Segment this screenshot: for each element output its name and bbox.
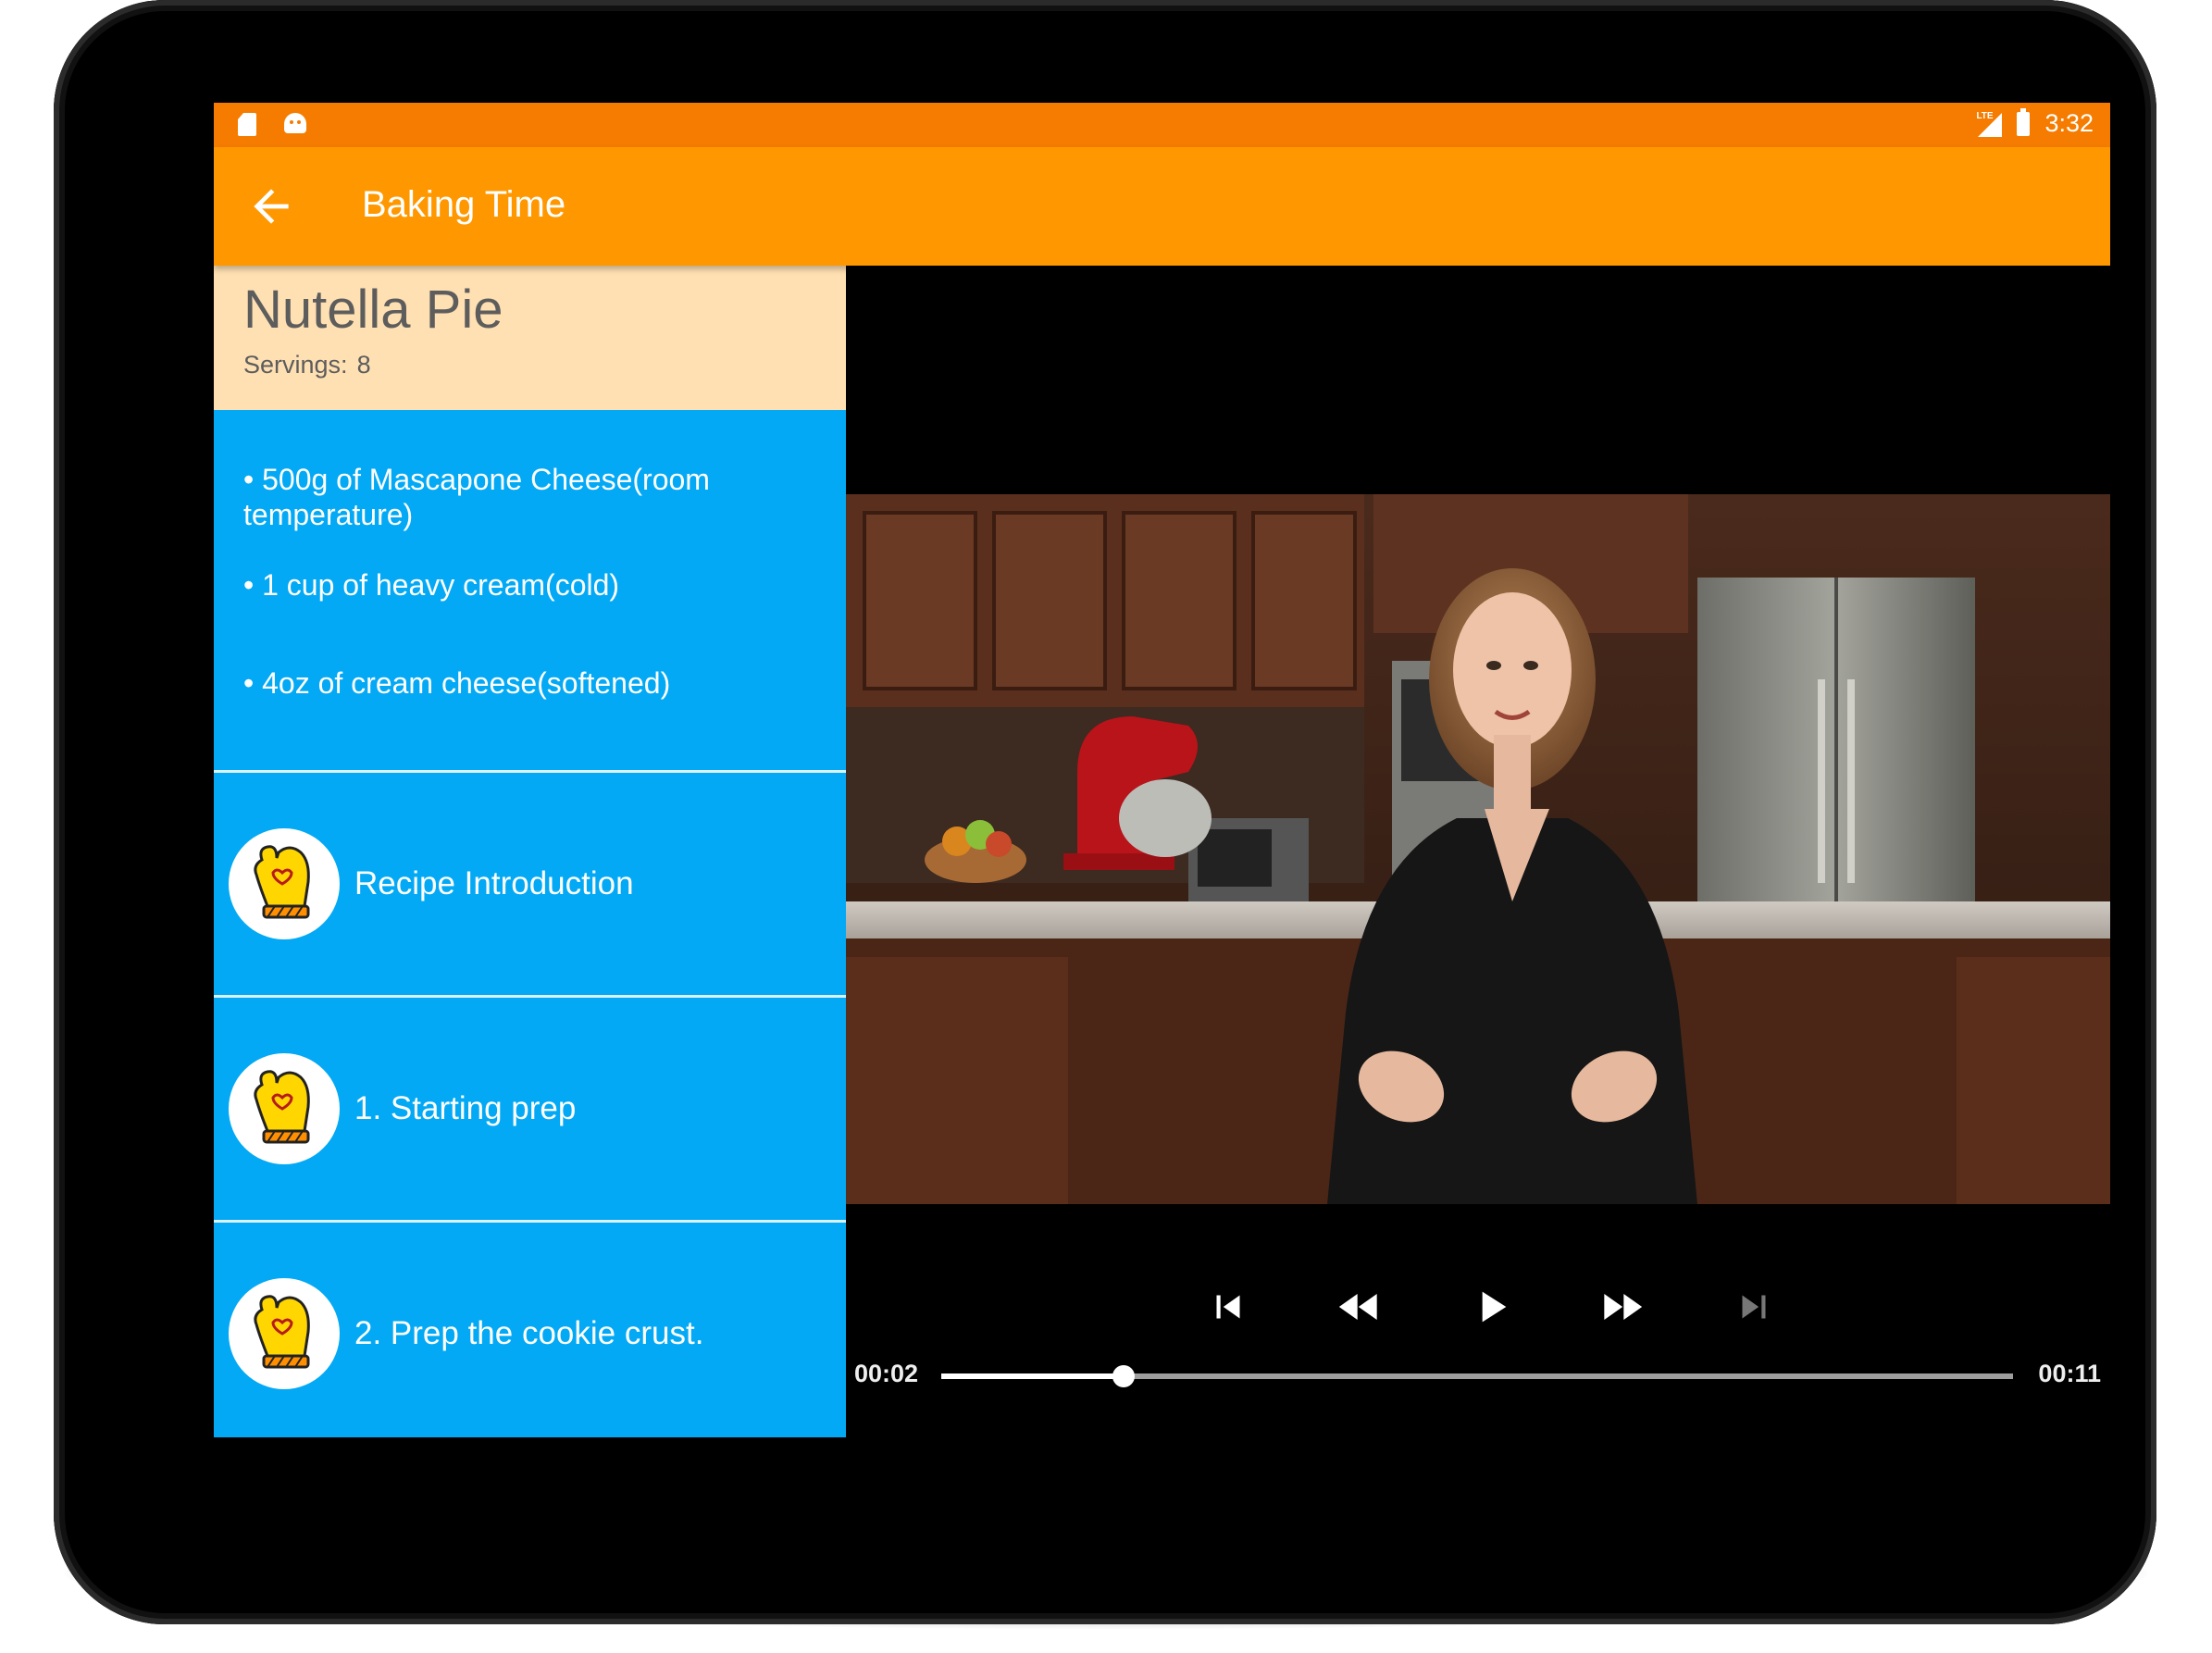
servings-row: Servings: 8: [243, 351, 371, 379]
arrow-back-icon: [254, 189, 289, 224]
network-type: LTE: [1976, 110, 1994, 121]
fast-forward-icon: [1604, 1294, 1643, 1320]
status-time: 3:32: [2044, 109, 2094, 137]
step-label: Recipe Introduction: [354, 865, 634, 901]
servings-value: 8: [356, 351, 371, 379]
video-frame[interactable]: [846, 494, 2110, 1204]
rewind-icon: [1338, 1294, 1377, 1320]
servings-label: Servings:: [243, 351, 348, 379]
sd-card-icon: [238, 113, 256, 136]
step-item[interactable]: Recipe Introduction: [214, 773, 846, 995]
oven-mitt-icon: [229, 1278, 340, 1389]
app-title: Baking Time: [362, 184, 566, 225]
fast-forward-button[interactable]: [1589, 1274, 1654, 1339]
seek-bar[interactable]: [941, 1365, 2013, 1387]
play-button[interactable]: [1459, 1274, 1523, 1339]
android-debug-icon: [284, 113, 306, 133]
skip-previous-icon: [1216, 1295, 1240, 1319]
seek-bar-thumb[interactable]: [1112, 1365, 1135, 1387]
current-time: 00:02: [854, 1360, 919, 1387]
status-bar: LTE 3:32: [214, 103, 2110, 147]
skip-previous-button[interactable]: [1196, 1274, 1261, 1339]
step-item[interactable]: 1. Starting prep: [214, 998, 846, 1220]
oven-mitt-icon: [229, 828, 340, 939]
skip-next-button[interactable]: [1721, 1274, 1786, 1339]
screen: LTE 3:32 Baking Time Nutella Pie Serving…: [214, 103, 2110, 1437]
tablet-frame: LTE 3:32 Baking Time Nutella Pie Serving…: [54, 0, 2156, 1624]
duration: 00:11: [2038, 1360, 2101, 1387]
ingredient-item: • 1 cup of heavy cream(cold): [243, 568, 620, 602]
back-button[interactable]: [245, 180, 297, 232]
step-label: 1. Starting prep: [354, 1090, 577, 1126]
ingredient-item: • 500g of Mascapone Cheese(room temperat…: [243, 463, 710, 531]
seek-bar-progress: [941, 1373, 1124, 1379]
player-controls: 00:02 00:11: [846, 1274, 2110, 1437]
ingredient-item: • 4oz of cream cheese(softened): [243, 666, 671, 700]
signal-icon: LTE: [1976, 110, 2003, 137]
step-label: 2. Prep the cookie crust.: [354, 1315, 704, 1351]
step-item[interactable]: 2. Prep the cookie crust.: [214, 1223, 846, 1437]
battery-icon: [2017, 107, 2031, 136]
skip-next-icon: [1742, 1295, 1766, 1319]
ingredients-list: • 500g of Mascapone Cheese(room temperat…: [214, 410, 846, 770]
app-bar: Baking Time: [214, 147, 2110, 266]
play-icon: [1482, 1291, 1507, 1323]
recipe-detail-pane: Nutella Pie Servings: 8 • 500g of Mascap…: [214, 266, 846, 1437]
recipe-header: Nutella Pie Servings: 8: [214, 266, 846, 410]
recipe-name: Nutella Pie: [243, 280, 503, 340]
video-still: [846, 494, 2110, 1204]
video-player[interactable]: 00:02 00:11: [846, 266, 2110, 1437]
rewind-button[interactable]: [1327, 1274, 1392, 1339]
oven-mitt-icon: [229, 1053, 340, 1164]
